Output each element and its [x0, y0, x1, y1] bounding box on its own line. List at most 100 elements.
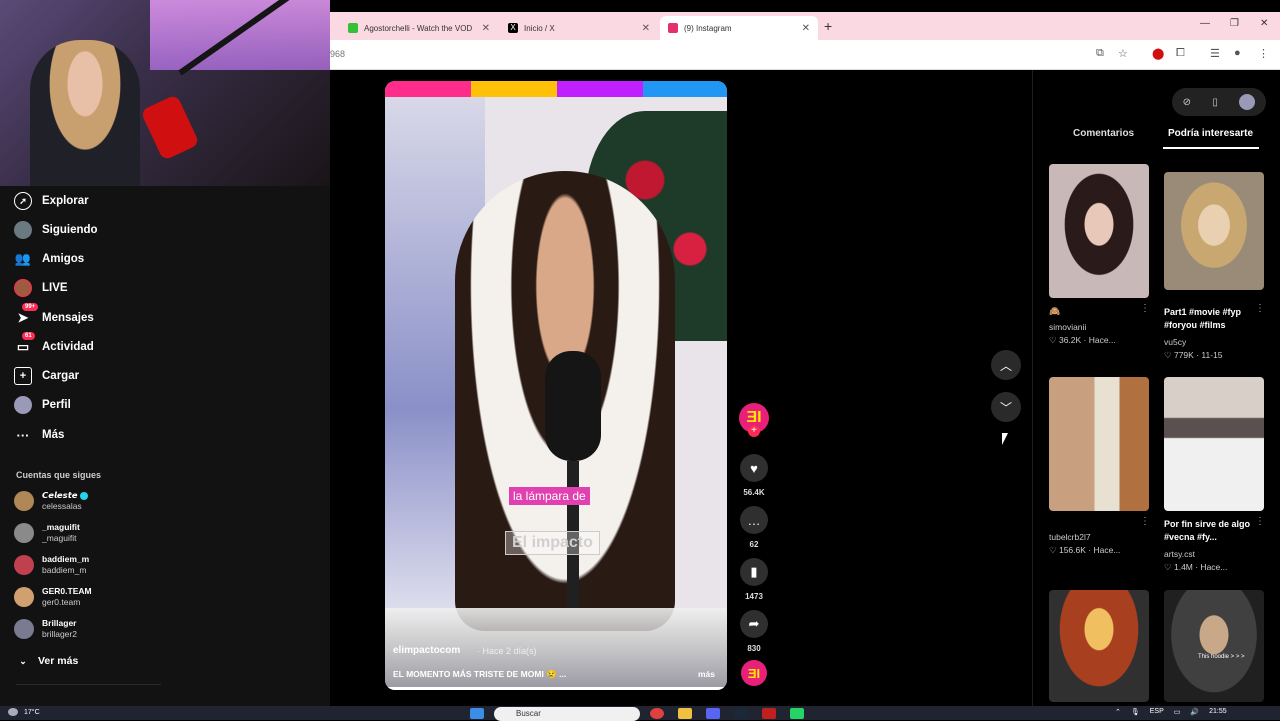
creator-avatar-button[interactable]: ƎI +: [738, 403, 770, 437]
sidebar-item-siguiendo[interactable]: Siguiendo: [14, 221, 98, 239]
video-author[interactable]: vu5cy: [1164, 337, 1186, 347]
close-icon[interactable]: ✕: [482, 23, 490, 34]
follow-plus-icon[interactable]: +: [748, 425, 760, 437]
taskbar-search[interactable]: Buscar: [494, 707, 640, 721]
followed-account[interactable]: 𝘾𝙚𝙡𝙚𝙨𝙩𝙚 celessalas: [14, 490, 88, 512]
sidebar-item-actividad[interactable]: ▭ 61 Actividad: [14, 332, 94, 356]
windows-start-icon[interactable]: [470, 708, 484, 719]
share-count: 830: [747, 644, 761, 653]
video-thumbnail[interactable]: This hoodie > > >: [1164, 590, 1264, 702]
video-thumbnail[interactable]: [1049, 377, 1149, 511]
sidebar-item-explorar[interactable]: ➚ Explorar: [14, 192, 89, 210]
followed-account[interactable]: GER0.TEAM ger0.team: [14, 586, 92, 608]
next-video-button[interactable]: ﹀: [991, 392, 1021, 422]
star-icon[interactable]: ☆: [1118, 47, 1128, 60]
tab-comments[interactable]: Comentarios: [1073, 128, 1134, 139]
sound-avatar: ƎI: [741, 660, 767, 686]
account-handle: ger0.team: [42, 597, 81, 607]
sidebar-item-label: Mensajes: [42, 312, 94, 324]
media-icon[interactable]: ☰: [1210, 47, 1220, 60]
video-thumbnail[interactable]: [1164, 377, 1264, 511]
sidebar-item-live[interactable]: LIVE: [14, 279, 68, 297]
chevron-up-icon[interactable]: ⌃: [1115, 708, 1121, 716]
folder-icon[interactable]: [678, 708, 692, 719]
sidebar-item-cargar[interactable]: + Cargar: [14, 367, 79, 385]
obs-icon[interactable]: [762, 708, 776, 719]
more-link[interactable]: más: [698, 669, 715, 679]
video-thumbnail[interactable]: [1049, 590, 1149, 702]
mic-icon[interactable]: 🎙: [1131, 708, 1140, 716]
following-title: Cuentas que sigues: [16, 470, 102, 480]
browser-tab[interactable]: Agostorchelli - Watch the VOD ✕: [340, 16, 498, 40]
video-title[interactable]: Por fin sirve de algo #vecna #fy...: [1164, 518, 1260, 544]
video-author[interactable]: tubelcrb2l7: [1049, 532, 1091, 542]
video-progress-bar[interactable]: [385, 687, 727, 690]
extension-icon[interactable]: ⬤: [1152, 47, 1164, 60]
sidebar-item-label: Explorar: [42, 195, 89, 207]
more-options-icon[interactable]: ⋮: [1140, 303, 1150, 314]
sidebar-item-perfil[interactable]: Perfil: [14, 396, 71, 414]
more-options-icon[interactable]: ⋮: [1255, 516, 1265, 527]
divider: [16, 684, 161, 685]
video-thumbnail[interactable]: [1049, 164, 1149, 298]
more-options-icon[interactable]: ⋮: [1140, 516, 1150, 527]
video-description: EL MOMENTO MÁS TRISTE DE MOMI 😢 ...: [393, 669, 567, 679]
video-author[interactable]: simovianii: [1049, 322, 1086, 332]
menu-icon[interactable]: ⋮: [1258, 47, 1269, 60]
language-indicator[interactable]: ESP: [1150, 708, 1164, 716]
restore-icon[interactable]: ❐: [1230, 18, 1239, 29]
url-text[interactable]: 968: [330, 49, 345, 59]
sidebar-item-label: Siguiendo: [42, 224, 98, 236]
see-more-label: Ver más: [38, 655, 79, 667]
more-options-icon[interactable]: ⋮: [1255, 303, 1265, 314]
followed-account[interactable]: Brillager brillager2: [14, 618, 77, 640]
share-icon: ➦: [740, 610, 768, 638]
tab-recommended[interactable]: Podría interesarte: [1168, 128, 1253, 139]
like-button[interactable]: ♥ 56.4K: [738, 454, 770, 497]
display-icon[interactable]: ▭: [1174, 708, 1181, 716]
video-author[interactable]: elimpactocom: [393, 645, 460, 656]
info-icon[interactable]: ⊘: [1183, 97, 1191, 108]
minimize-icon[interactable]: —: [1200, 18, 1210, 29]
video-stats: ♡ 1.4M · Hace...: [1164, 562, 1228, 572]
sidebar-item-mas[interactable]: ··· Más: [14, 426, 65, 444]
video-author[interactable]: artsy.cst: [1164, 549, 1195, 559]
close-icon[interactable]: ✕: [802, 23, 810, 34]
video-player[interactable]: la lámpara de El impacto elimpactocom · …: [385, 81, 727, 690]
chevron-down-icon: ﹀: [999, 400, 1012, 415]
music-disc[interactable]: ƎI: [738, 660, 770, 686]
sidebar-item-mensajes[interactable]: ➤ 99+ Mensajes: [14, 303, 94, 327]
followed-account[interactable]: _maguifit _maguifit: [14, 522, 80, 544]
badge: 99+: [22, 303, 39, 311]
volume-icon[interactable]: 🔊: [1190, 708, 1199, 716]
browser-tab-active[interactable]: (9) Instagram ✕: [660, 16, 818, 40]
new-tab-button[interactable]: +: [824, 18, 832, 34]
upload-icon: +: [14, 367, 32, 385]
sidebar-item-amigos[interactable]: 👥 Amigos: [14, 250, 84, 268]
puzzle-icon[interactable]: ⧠: [1176, 47, 1185, 60]
save-button[interactable]: ▮ 1473: [738, 558, 770, 601]
see-more-button[interactable]: ⌄ Ver más: [18, 652, 78, 670]
discord-icon[interactable]: [706, 708, 720, 719]
address-bar[interactable]: 968 ⧉ ☆ ⬤ ⧠ ☰ ● ⋮: [330, 40, 1280, 70]
close-icon[interactable]: ✕: [1260, 18, 1268, 29]
comment-button[interactable]: … 62: [738, 506, 770, 549]
video-title[interactable]: Part1 #movie #fyp #foryou #films: [1164, 306, 1260, 332]
taskbar: 17°C Buscar ⌃ 🎙 ESP ▭ 🔊 21:55: [0, 706, 1280, 721]
share-button[interactable]: ➦ 830: [738, 610, 770, 653]
video-thumbnail[interactable]: [1164, 172, 1264, 290]
profile-icon[interactable]: ●: [1234, 47, 1241, 59]
device-icon[interactable]: ▯: [1212, 97, 1218, 108]
previous-video-button[interactable]: ︿: [991, 350, 1021, 380]
weather-widget[interactable]: 17°C: [8, 708, 40, 716]
chrome-icon[interactable]: [650, 708, 664, 719]
browser-tab[interactable]: X Inicio / X ✕: [500, 16, 658, 40]
steam-icon[interactable]: [734, 708, 748, 719]
followed-account[interactable]: baddiem_m baddiem_m: [14, 554, 89, 576]
install-icon[interactable]: ⧉: [1096, 47, 1104, 60]
close-icon[interactable]: ✕: [642, 23, 650, 34]
whatsapp-icon[interactable]: [790, 708, 804, 719]
account-name: Brillager: [42, 618, 77, 628]
clock[interactable]: 21:55: [1209, 708, 1227, 716]
profile-avatar[interactable]: [1239, 94, 1256, 110]
